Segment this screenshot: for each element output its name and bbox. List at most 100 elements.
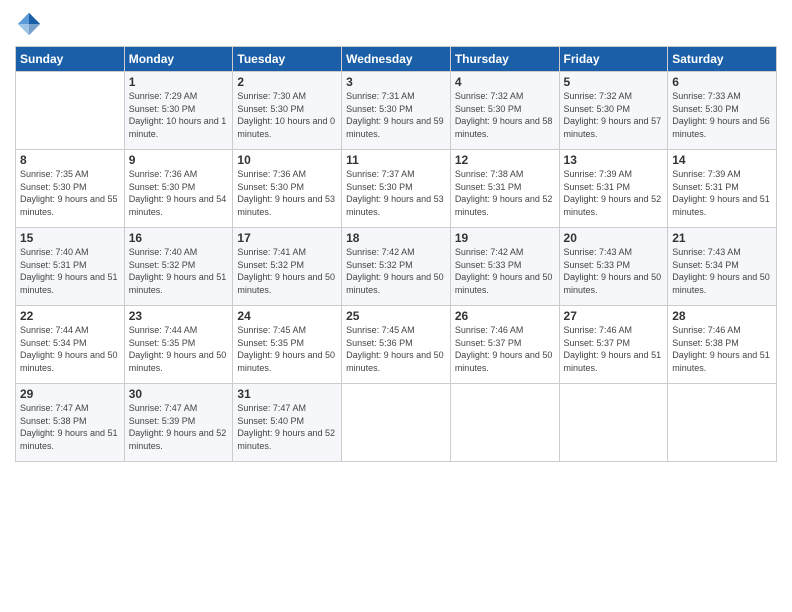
day-number: 23: [129, 309, 229, 323]
calendar-cell: 21Sunrise: 7:43 AMSunset: 5:34 PMDayligh…: [668, 228, 777, 306]
day-number: 2: [237, 75, 337, 89]
calendar-cell: 22Sunrise: 7:44 AMSunset: 5:34 PMDayligh…: [16, 306, 125, 384]
day-info: Sunrise: 7:35 AMSunset: 5:30 PMDaylight:…: [20, 168, 120, 218]
calendar-cell: [16, 72, 125, 150]
day-number: 18: [346, 231, 446, 245]
day-info: Sunrise: 7:30 AMSunset: 5:30 PMDaylight:…: [237, 90, 337, 140]
calendar-cell: 14Sunrise: 7:39 AMSunset: 5:31 PMDayligh…: [668, 150, 777, 228]
day-number: 1: [129, 75, 229, 89]
day-info: Sunrise: 7:37 AMSunset: 5:30 PMDaylight:…: [346, 168, 446, 218]
day-info: Sunrise: 7:40 AMSunset: 5:31 PMDaylight:…: [20, 246, 120, 296]
day-number: 29: [20, 387, 120, 401]
day-info: Sunrise: 7:33 AMSunset: 5:30 PMDaylight:…: [672, 90, 772, 140]
calendar-cell: 9Sunrise: 7:36 AMSunset: 5:30 PMDaylight…: [124, 150, 233, 228]
day-header-thursday: Thursday: [450, 47, 559, 72]
day-info: Sunrise: 7:46 AMSunset: 5:38 PMDaylight:…: [672, 324, 772, 374]
day-info: Sunrise: 7:46 AMSunset: 5:37 PMDaylight:…: [455, 324, 555, 374]
day-header-tuesday: Tuesday: [233, 47, 342, 72]
day-info: Sunrise: 7:38 AMSunset: 5:31 PMDaylight:…: [455, 168, 555, 218]
calendar-cell: 6Sunrise: 7:33 AMSunset: 5:30 PMDaylight…: [668, 72, 777, 150]
calendar-container: SundayMondayTuesdayWednesdayThursdayFrid…: [0, 0, 792, 612]
day-number: 13: [564, 153, 664, 167]
day-info: Sunrise: 7:36 AMSunset: 5:30 PMDaylight:…: [129, 168, 229, 218]
calendar-header-row: SundayMondayTuesdayWednesdayThursdayFrid…: [16, 47, 777, 72]
calendar-cell: 25Sunrise: 7:45 AMSunset: 5:36 PMDayligh…: [342, 306, 451, 384]
calendar-table: SundayMondayTuesdayWednesdayThursdayFrid…: [15, 46, 777, 462]
day-number: 26: [455, 309, 555, 323]
calendar-cell: 11Sunrise: 7:37 AMSunset: 5:30 PMDayligh…: [342, 150, 451, 228]
calendar-week-3: 22Sunrise: 7:44 AMSunset: 5:34 PMDayligh…: [16, 306, 777, 384]
day-number: 6: [672, 75, 772, 89]
day-number: 8: [20, 153, 120, 167]
day-info: Sunrise: 7:40 AMSunset: 5:32 PMDaylight:…: [129, 246, 229, 296]
day-header-wednesday: Wednesday: [342, 47, 451, 72]
calendar-cell: 4Sunrise: 7:32 AMSunset: 5:30 PMDaylight…: [450, 72, 559, 150]
day-info: Sunrise: 7:44 AMSunset: 5:35 PMDaylight:…: [129, 324, 229, 374]
day-info: Sunrise: 7:47 AMSunset: 5:38 PMDaylight:…: [20, 402, 120, 452]
day-number: 27: [564, 309, 664, 323]
calendar-cell: 17Sunrise: 7:41 AMSunset: 5:32 PMDayligh…: [233, 228, 342, 306]
day-header-monday: Monday: [124, 47, 233, 72]
calendar-cell: 31Sunrise: 7:47 AMSunset: 5:40 PMDayligh…: [233, 384, 342, 462]
day-info: Sunrise: 7:42 AMSunset: 5:32 PMDaylight:…: [346, 246, 446, 296]
calendar-cell: 30Sunrise: 7:47 AMSunset: 5:39 PMDayligh…: [124, 384, 233, 462]
day-number: 16: [129, 231, 229, 245]
day-number: 28: [672, 309, 772, 323]
calendar-cell: 19Sunrise: 7:42 AMSunset: 5:33 PMDayligh…: [450, 228, 559, 306]
day-number: 5: [564, 75, 664, 89]
day-info: Sunrise: 7:36 AMSunset: 5:30 PMDaylight:…: [237, 168, 337, 218]
day-info: Sunrise: 7:41 AMSunset: 5:32 PMDaylight:…: [237, 246, 337, 296]
day-number: 21: [672, 231, 772, 245]
calendar-cell: 26Sunrise: 7:46 AMSunset: 5:37 PMDayligh…: [450, 306, 559, 384]
day-number: 25: [346, 309, 446, 323]
calendar-cell: 15Sunrise: 7:40 AMSunset: 5:31 PMDayligh…: [16, 228, 125, 306]
calendar-cell: 2Sunrise: 7:30 AMSunset: 5:30 PMDaylight…: [233, 72, 342, 150]
calendar-cell: 18Sunrise: 7:42 AMSunset: 5:32 PMDayligh…: [342, 228, 451, 306]
day-info: Sunrise: 7:47 AMSunset: 5:39 PMDaylight:…: [129, 402, 229, 452]
day-info: Sunrise: 7:47 AMSunset: 5:40 PMDaylight:…: [237, 402, 337, 452]
day-info: Sunrise: 7:32 AMSunset: 5:30 PMDaylight:…: [455, 90, 555, 140]
day-number: 17: [237, 231, 337, 245]
calendar-cell: [559, 384, 668, 462]
calendar-cell: [450, 384, 559, 462]
calendar-cell: 16Sunrise: 7:40 AMSunset: 5:32 PMDayligh…: [124, 228, 233, 306]
calendar-week-2: 15Sunrise: 7:40 AMSunset: 5:31 PMDayligh…: [16, 228, 777, 306]
calendar-cell: 20Sunrise: 7:43 AMSunset: 5:33 PMDayligh…: [559, 228, 668, 306]
calendar-cell: 3Sunrise: 7:31 AMSunset: 5:30 PMDaylight…: [342, 72, 451, 150]
calendar-header: [15, 10, 777, 38]
day-header-saturday: Saturday: [668, 47, 777, 72]
day-number: 31: [237, 387, 337, 401]
day-number: 4: [455, 75, 555, 89]
day-info: Sunrise: 7:43 AMSunset: 5:34 PMDaylight:…: [672, 246, 772, 296]
calendar-cell: 8Sunrise: 7:35 AMSunset: 5:30 PMDaylight…: [16, 150, 125, 228]
logo-icon: [15, 10, 43, 38]
calendar-week-4: 29Sunrise: 7:47 AMSunset: 5:38 PMDayligh…: [16, 384, 777, 462]
day-number: 22: [20, 309, 120, 323]
day-info: Sunrise: 7:46 AMSunset: 5:37 PMDaylight:…: [564, 324, 664, 374]
day-info: Sunrise: 7:43 AMSunset: 5:33 PMDaylight:…: [564, 246, 664, 296]
day-info: Sunrise: 7:29 AMSunset: 5:30 PMDaylight:…: [129, 90, 229, 140]
calendar-cell: 12Sunrise: 7:38 AMSunset: 5:31 PMDayligh…: [450, 150, 559, 228]
day-number: 20: [564, 231, 664, 245]
calendar-cell: 23Sunrise: 7:44 AMSunset: 5:35 PMDayligh…: [124, 306, 233, 384]
day-info: Sunrise: 7:45 AMSunset: 5:36 PMDaylight:…: [346, 324, 446, 374]
day-number: 15: [20, 231, 120, 245]
calendar-cell: 28Sunrise: 7:46 AMSunset: 5:38 PMDayligh…: [668, 306, 777, 384]
calendar-cell: 29Sunrise: 7:47 AMSunset: 5:38 PMDayligh…: [16, 384, 125, 462]
day-number: 30: [129, 387, 229, 401]
calendar-cell: 1Sunrise: 7:29 AMSunset: 5:30 PMDaylight…: [124, 72, 233, 150]
calendar-cell: [342, 384, 451, 462]
calendar-cell: 10Sunrise: 7:36 AMSunset: 5:30 PMDayligh…: [233, 150, 342, 228]
day-number: 10: [237, 153, 337, 167]
day-info: Sunrise: 7:32 AMSunset: 5:30 PMDaylight:…: [564, 90, 664, 140]
calendar-body: 1Sunrise: 7:29 AMSunset: 5:30 PMDaylight…: [16, 72, 777, 462]
calendar-cell: 27Sunrise: 7:46 AMSunset: 5:37 PMDayligh…: [559, 306, 668, 384]
day-info: Sunrise: 7:42 AMSunset: 5:33 PMDaylight:…: [455, 246, 555, 296]
calendar-cell: 13Sunrise: 7:39 AMSunset: 5:31 PMDayligh…: [559, 150, 668, 228]
day-header-sunday: Sunday: [16, 47, 125, 72]
day-number: 3: [346, 75, 446, 89]
day-info: Sunrise: 7:39 AMSunset: 5:31 PMDaylight:…: [564, 168, 664, 218]
day-number: 24: [237, 309, 337, 323]
calendar-week-0: 1Sunrise: 7:29 AMSunset: 5:30 PMDaylight…: [16, 72, 777, 150]
calendar-cell: 5Sunrise: 7:32 AMSunset: 5:30 PMDaylight…: [559, 72, 668, 150]
